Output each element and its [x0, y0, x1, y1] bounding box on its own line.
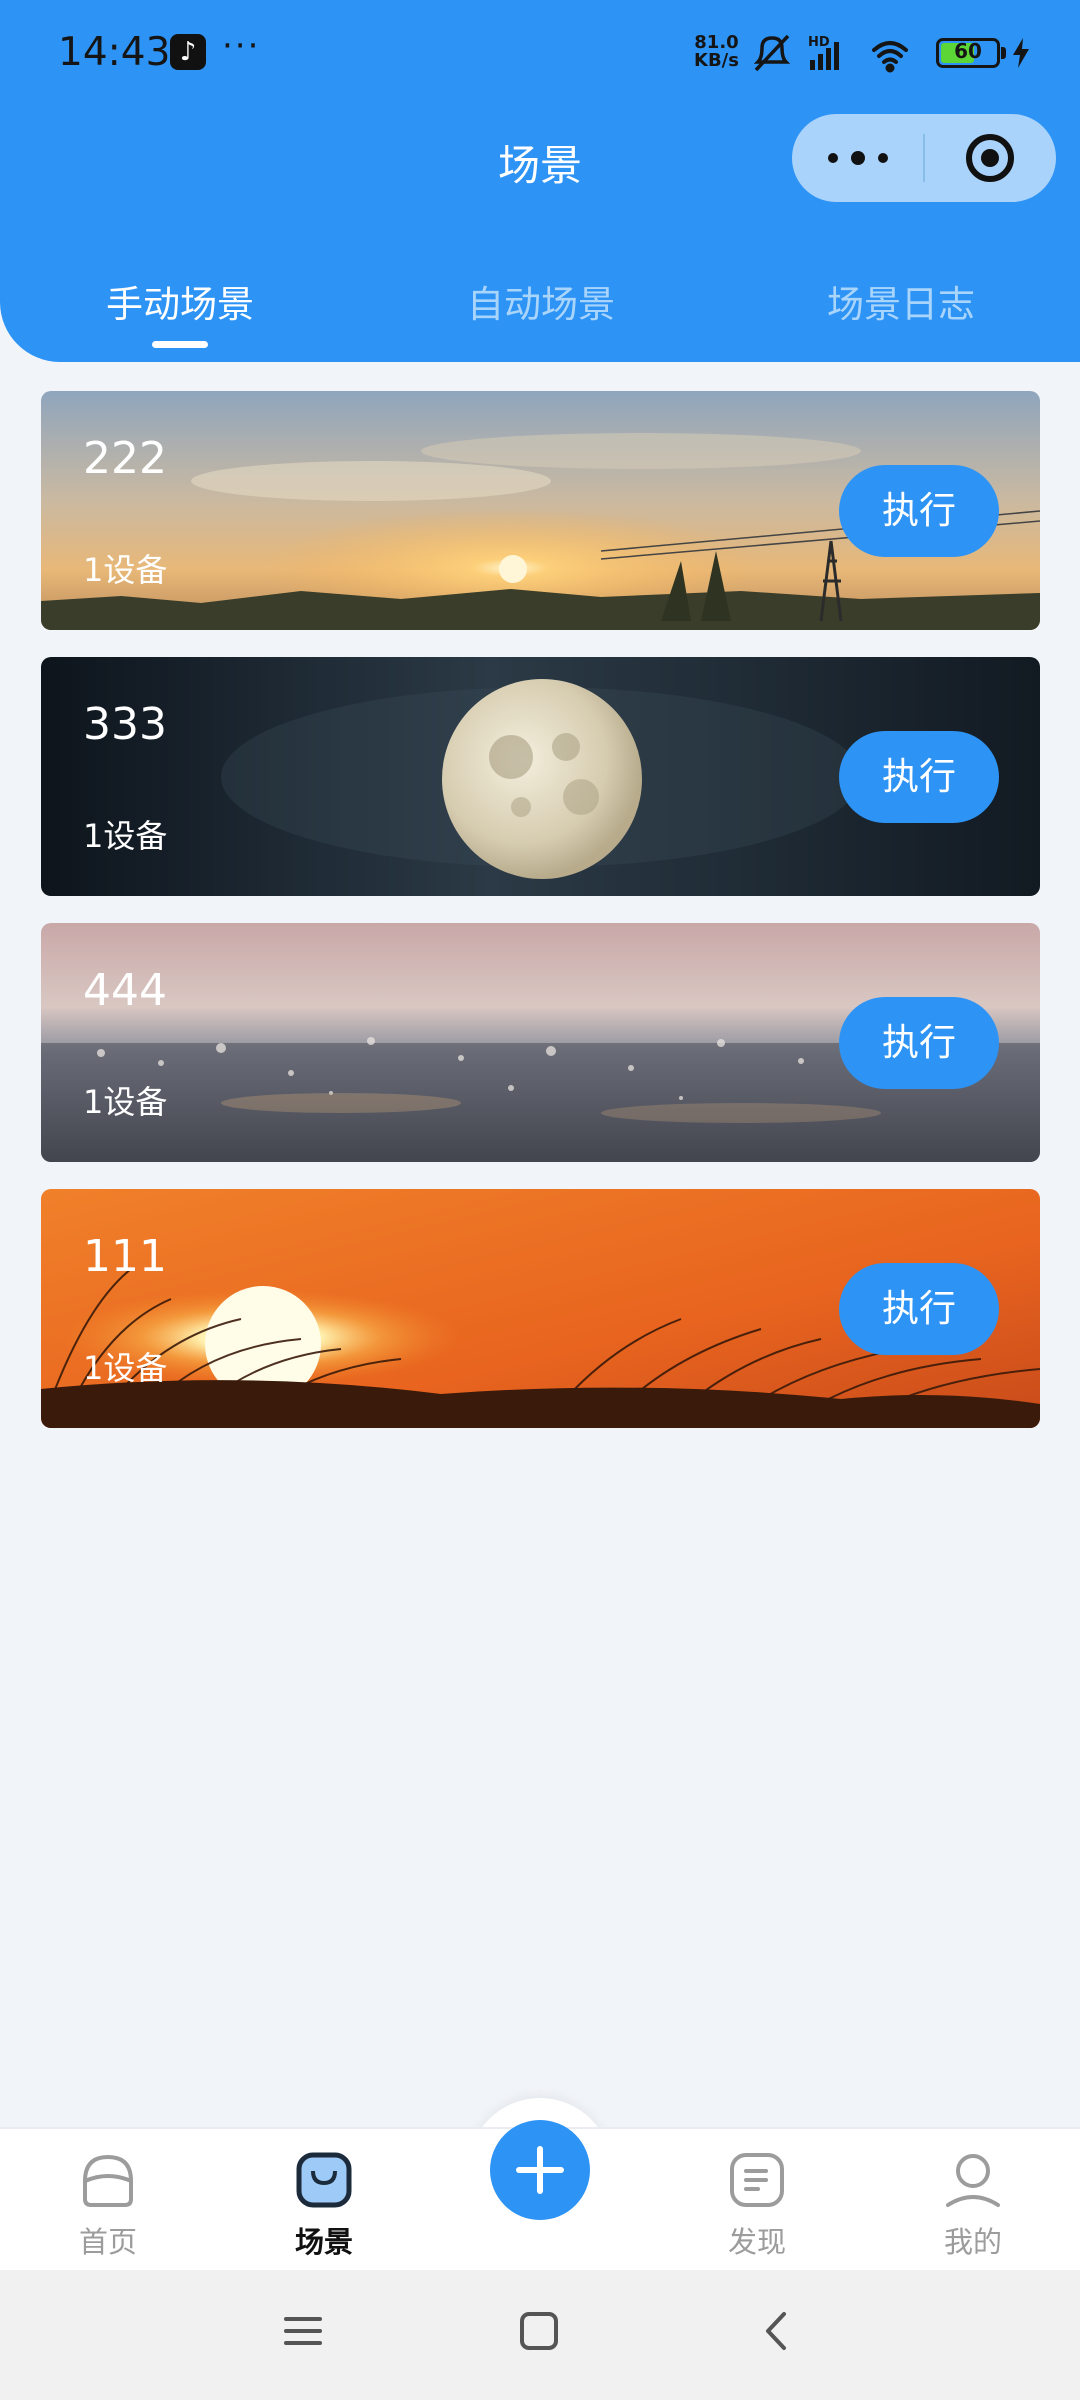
tabbar-item-profile[interactable]: 我的	[903, 2149, 1043, 2261]
status-icons: HD	[753, 34, 908, 73]
net-speed: 81.0 KB/s	[694, 34, 739, 70]
target-icon[interactable]	[966, 134, 1014, 182]
scene-device-count: 1设备	[83, 1349, 168, 1387]
menu-icon[interactable]	[282, 2310, 324, 2352]
tabbar-item-scene[interactable]: 场景	[254, 2149, 394, 2261]
battery-icon: 60	[936, 38, 1000, 68]
scene-name: 444	[83, 965, 167, 1016]
scene-card-111[interactable]: 111 1设备 执行	[41, 1189, 1040, 1428]
battery-level: 60	[954, 39, 982, 63]
execute-button[interactable]: 执行	[839, 997, 999, 1089]
home-icon	[83, 2154, 133, 2207]
tabbar-label-profile: 我的	[943, 2225, 1002, 2259]
net-speed-unit: KB/s	[694, 50, 739, 71]
execute-button[interactable]: 执行	[839, 465, 999, 557]
profile-icon	[946, 2154, 1000, 2207]
hd-signal-icon: HD	[808, 35, 839, 70]
status-more-icon: ···	[222, 26, 261, 66]
svg-text:HD: HD	[808, 35, 830, 50]
tabbar-label-discover: 发现	[727, 2225, 786, 2259]
discover-icon	[730, 2153, 784, 2207]
wifi-icon	[872, 41, 908, 73]
home-square-icon[interactable]	[518, 2310, 560, 2352]
back-icon[interactable]	[756, 2310, 798, 2352]
tabbar-label-home: 首页	[78, 2225, 137, 2259]
scene-device-count: 1设备	[83, 1083, 168, 1121]
status-time: 14:43	[58, 30, 171, 75]
mini-program-capsule	[792, 114, 1056, 202]
tiktok-icon: ♪	[170, 34, 206, 70]
scene-name: 333	[83, 699, 167, 750]
scene-icon	[296, 2152, 352, 2208]
tabbar-item-discover[interactable]: 发现	[687, 2149, 827, 2261]
scene-card-222[interactable]: 222 1设备 执行	[41, 391, 1040, 630]
add-scene-button[interactable]	[490, 2120, 590, 2220]
tab-scene-log[interactable]: 场景日志	[781, 274, 1021, 328]
execute-button[interactable]: 执行	[839, 731, 999, 823]
tabbar-label-scene: 场景	[294, 2225, 353, 2259]
header: 14:43 ♪ ··· 81.0 KB/s HD 60 场景 手动场景 自动场景…	[0, 0, 1080, 362]
tab-auto-scenes[interactable]: 自动场景	[421, 274, 661, 328]
status-bar: 14:43 ♪ ··· 81.0 KB/s HD 60	[0, 0, 1080, 110]
scene-device-count: 1设备	[83, 551, 168, 589]
scene-name: 222	[83, 433, 167, 484]
mute-icon	[753, 34, 791, 72]
scene-device-count: 1设备	[83, 817, 168, 855]
battery-tip	[1001, 47, 1006, 59]
execute-button[interactable]: 执行	[839, 1263, 999, 1355]
tabbar-item-home[interactable]: 首页	[38, 2149, 178, 2261]
charging-icon	[1013, 38, 1029, 68]
tab-manual-scenes[interactable]: 手动场景	[60, 274, 300, 328]
capsule-divider	[923, 134, 925, 182]
scene-card-333[interactable]: 333 1设备 执行	[41, 657, 1040, 896]
scene-name: 111	[83, 1231, 167, 1282]
scene-card-444[interactable]: 444 1设备 执行	[41, 923, 1040, 1162]
more-icon[interactable]	[828, 136, 888, 180]
tab-active-indicator	[152, 341, 208, 348]
system-nav-bar	[0, 2270, 1080, 2400]
